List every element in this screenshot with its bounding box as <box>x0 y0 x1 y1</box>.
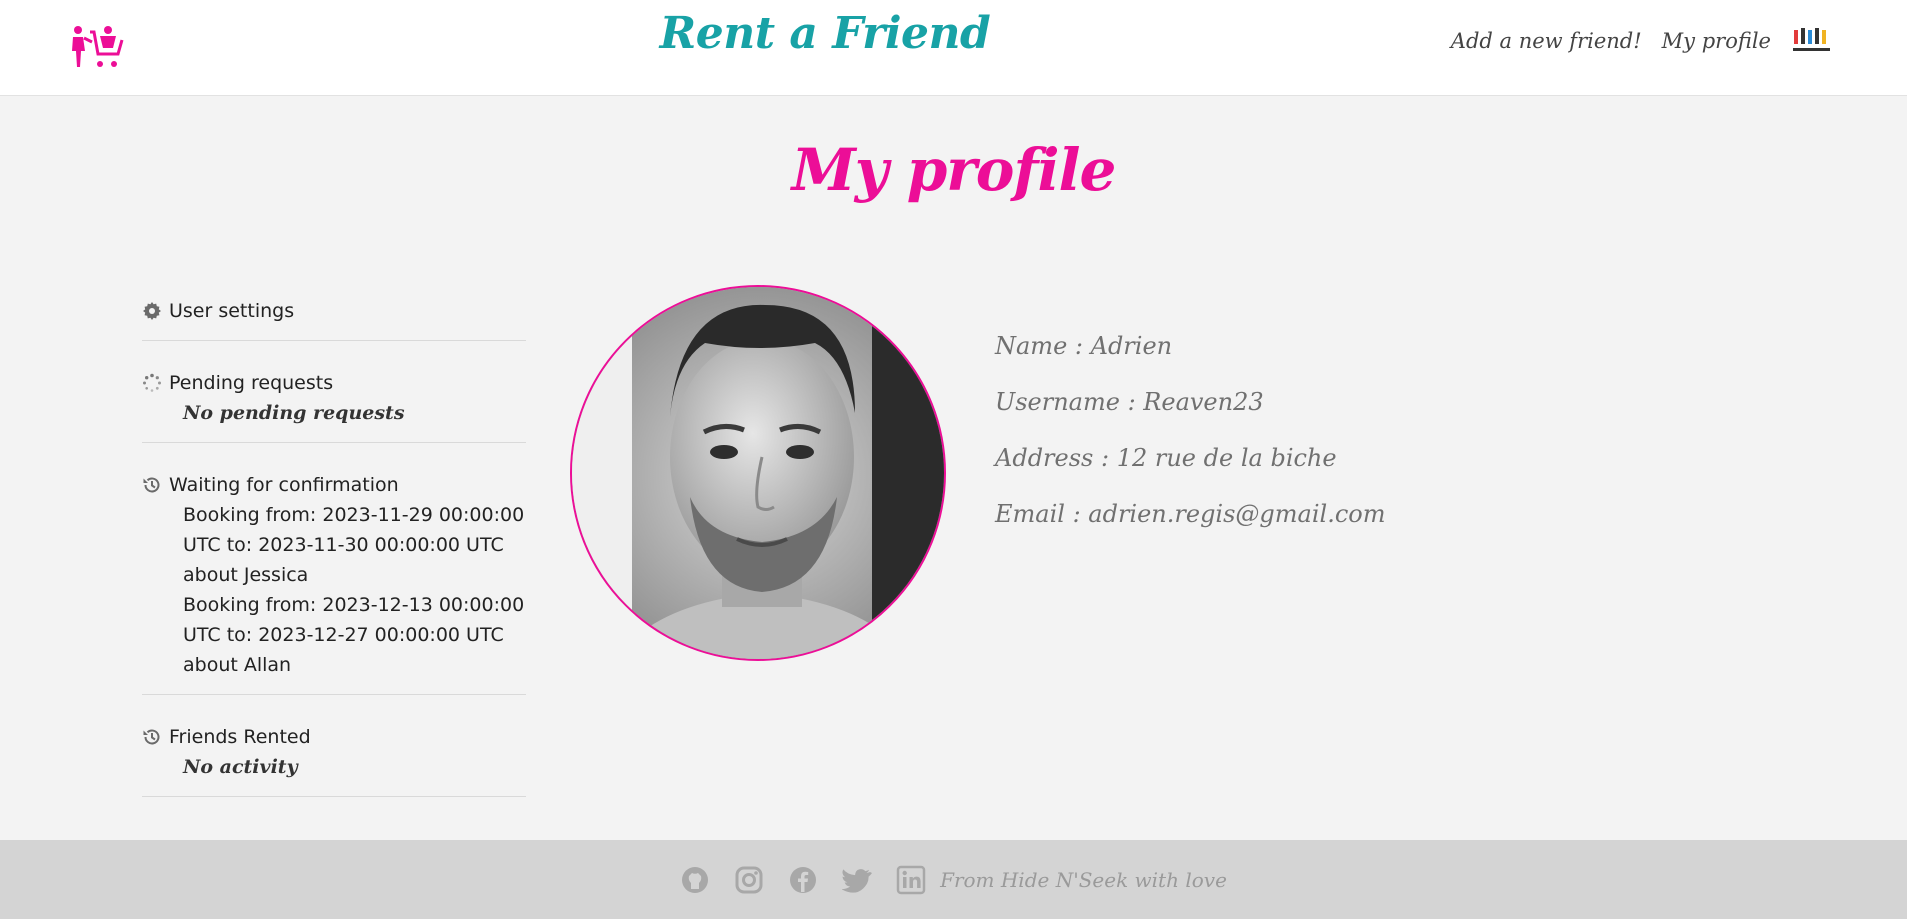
user-settings-section: User settings <box>142 296 526 341</box>
friends-rented-heading: Friends Rented <box>142 722 526 752</box>
user-settings-link[interactable]: User settings <box>142 296 526 326</box>
page-title: My profile <box>791 136 1117 204</box>
gear-icon <box>143 302 161 320</box>
pending-requests-label: Pending requests <box>169 372 334 394</box>
friends-rented-label: Friends Rented <box>169 726 311 748</box>
footer: From Hide N'Seek with love <box>0 840 1907 919</box>
profile-photo <box>572 287 944 659</box>
my-profile-link[interactable]: My profile <box>1662 29 1771 53</box>
top-navbar: Rent a Friend Add a new friend! My profi… <box>0 0 1907 96</box>
profile-username: Username : Reaven23 <box>995 388 1264 416</box>
pending-requests-empty: No pending requests <box>183 402 405 424</box>
add-friend-link[interactable]: Add a new friend! <box>1451 29 1642 53</box>
friends-rented-section: Friends Rented No activity <box>142 722 526 797</box>
friends-logo-icon[interactable] <box>1791 26 1833 56</box>
friends-rented-empty: No activity <box>183 756 298 778</box>
profile-sidebar: User settings Pending requests No pendin… <box>142 296 526 824</box>
profile-address: Address : 12 rue de la biche <box>995 444 1337 472</box>
spinner-icon <box>143 373 161 392</box>
brand-title[interactable]: Rent a Friend <box>0 8 1650 59</box>
footer-credit: From Hide N'Seek with love <box>940 867 1227 892</box>
waiting-confirmation-label: Waiting for confirmation <box>169 474 399 496</box>
nav-links: Add a new friend! My profile <box>1451 26 1833 56</box>
booking-item: Booking from: 2023-12-13 00:00:00 UTC to… <box>183 594 525 676</box>
twitter-icon[interactable] <box>842 865 873 895</box>
instagram-icon[interactable] <box>734 865 764 895</box>
waiting-confirmation-section: Waiting for confirmation Booking from: 2… <box>142 470 526 695</box>
profile-info: Name : Adrien Username : Reaven23 Addres… <box>995 318 1385 542</box>
user-settings-label: User settings <box>169 300 295 322</box>
booking-item: Booking from: 2023-11-29 00:00:00 UTC to… <box>183 504 525 586</box>
facebook-icon[interactable] <box>788 865 818 895</box>
pending-requests-section: Pending requests No pending requests <box>142 368 526 443</box>
linkedin-icon[interactable] <box>896 865 926 895</box>
profile-avatar <box>570 285 946 661</box>
waiting-confirmation-heading: Waiting for confirmation <box>142 470 526 500</box>
history-icon <box>143 729 160 745</box>
history-icon <box>143 477 160 493</box>
profile-name: Name : Adrien <box>995 332 1173 360</box>
profile-email: Email : adrien.regis@gmail.com <box>995 500 1386 528</box>
github-icon[interactable] <box>680 865 710 895</box>
pending-requests-heading: Pending requests <box>142 368 526 398</box>
